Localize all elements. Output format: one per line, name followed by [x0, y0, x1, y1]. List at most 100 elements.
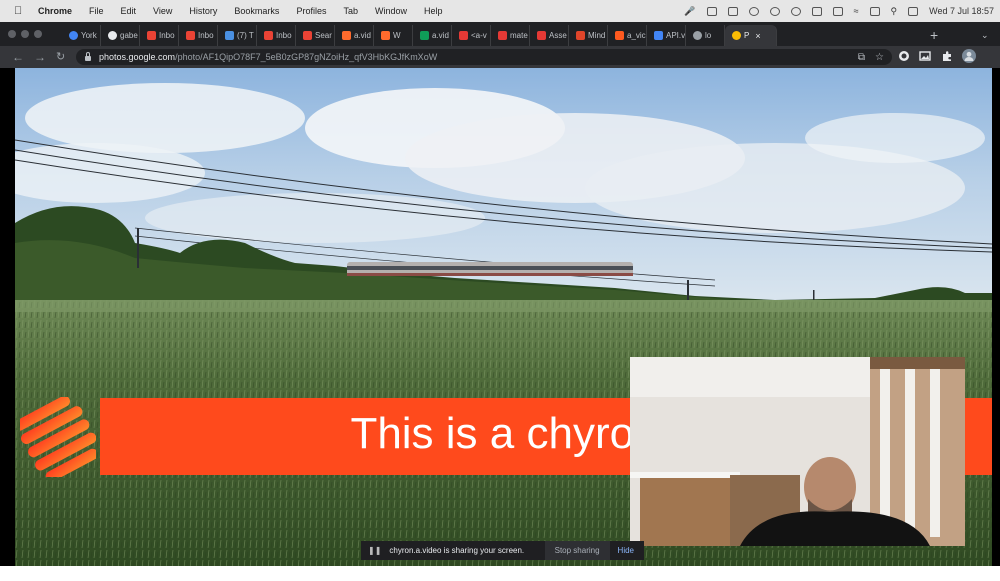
webcam-overlay[interactable]	[630, 357, 965, 546]
browser-tab[interactable]: mate	[491, 25, 530, 46]
menu-profiles[interactable]: Profiles	[296, 6, 326, 16]
new-tab-button[interactable]: +	[930, 25, 938, 45]
microphone-icon[interactable]: 🎤	[684, 6, 695, 17]
forward-arrow-icon[interactable]: →	[34, 46, 46, 68]
a-icon	[459, 31, 468, 40]
lock-icon[interactable]	[85, 51, 91, 61]
control-center-icon[interactable]	[869, 6, 880, 16]
hide-button[interactable]: Hide	[610, 546, 644, 555]
photos-icon	[732, 31, 741, 40]
sharing-message: chyron.a.video is sharing your screen.	[389, 546, 525, 555]
browser-tab[interactable]: W	[374, 25, 413, 46]
menu-file[interactable]: File	[89, 6, 104, 16]
sync-icon[interactable]	[769, 6, 780, 16]
tab-label: API.v	[666, 31, 686, 40]
window-icon[interactable]	[727, 6, 738, 16]
screen-record-icon[interactable]	[706, 6, 717, 16]
url-path: /photo/AF1QipO78F7_5eB0zGP87gNZoiHz_qfV3…	[175, 52, 438, 62]
window-controls	[8, 30, 42, 38]
close-window-button[interactable]	[8, 30, 16, 38]
extensions-puzzle-icon[interactable]	[941, 50, 953, 62]
share-icon[interactable]: ⧉	[858, 52, 865, 63]
photo-viewer: This is a chyron ❚❚ chyron.a.video is sh…	[0, 68, 1000, 581]
cloud-icon	[225, 31, 234, 40]
tab-label: Inbo	[198, 31, 214, 40]
chrome-icon	[69, 31, 78, 40]
pause-icon: ❚❚	[368, 546, 382, 555]
tab-label: P	[744, 31, 750, 40]
browser-toolbar: ← → ↻ photos.google.com /photo/AF1QipO78…	[0, 46, 1000, 68]
tab-search-chevron-icon[interactable]: ⌄	[981, 25, 989, 45]
macos-menu-bar:  Chrome File Edit View History Bookmark…	[0, 0, 1000, 22]
webcam-person-view	[630, 357, 965, 546]
browser-tab[interactable]: York	[62, 25, 101, 46]
tab-label: Inbo	[159, 31, 175, 40]
wifi-icon[interactable]: ≈	[854, 6, 859, 16]
menu-edit[interactable]: Edit	[121, 6, 137, 16]
minimize-window-button[interactable]	[21, 30, 29, 38]
tab-label: (7) T	[237, 31, 254, 40]
browser-tab-strip: York gabe Inbo Inbo (7) T Inbo Sear a.vid Wa.vid…	[0, 22, 1000, 46]
browser-tab[interactable]: lo	[686, 25, 725, 46]
browser-tab[interactable]: Mind	[569, 25, 608, 46]
browser-tab[interactable]: Inbo	[140, 25, 179, 46]
avideo-icon	[342, 31, 351, 40]
keyboard-icon[interactable]	[811, 6, 822, 16]
bookmark-star-icon[interactable]: ☆	[875, 52, 884, 63]
box-icon	[576, 31, 585, 40]
display-icon[interactable]	[832, 6, 843, 16]
browser-tab[interactable]: a.vid	[335, 25, 374, 46]
tab-label: a_vic	[627, 31, 646, 40]
browser-tab[interactable]: gabe	[101, 25, 140, 46]
apple-icon[interactable]: 	[14, 0, 28, 22]
browser-tab[interactable]: Asse	[530, 25, 569, 46]
extension-image-icon[interactable]	[919, 50, 931, 62]
tab-label: lo	[705, 31, 712, 40]
tab-label: Sear	[315, 31, 332, 40]
menu-help[interactable]: Help	[424, 6, 443, 16]
url-host: photos.google.com	[99, 52, 176, 62]
gmail-icon	[303, 31, 312, 40]
extension-circle-icon[interactable]	[898, 50, 910, 62]
browser-tab[interactable]: Inbo	[179, 25, 218, 46]
browser-tab[interactable]: a_vic	[608, 25, 647, 46]
menu-window[interactable]: Window	[375, 6, 407, 16]
tab-label: York	[81, 31, 97, 40]
back-arrow-icon[interactable]: ←	[12, 46, 24, 68]
battery-icon[interactable]	[908, 6, 919, 16]
profile-avatar-icon[interactable]	[962, 49, 976, 63]
browser-tab[interactable]: a.vid	[413, 25, 452, 46]
menu-clock[interactable]: Wed 7 Jul 18:57	[929, 6, 994, 16]
search-icon[interactable]: ⚲	[891, 6, 898, 17]
menu-view[interactable]: View	[153, 6, 172, 16]
menu-bookmarks[interactable]: Bookmarks	[234, 6, 279, 16]
menu-tab[interactable]: Tab	[343, 6, 358, 16]
zoom-window-button[interactable]	[34, 30, 42, 38]
browser-tab[interactable]: Inbo	[257, 25, 296, 46]
gmail-icon	[186, 31, 195, 40]
close-tab-icon[interactable]: ×	[755, 31, 760, 41]
avideo-logo	[20, 397, 96, 477]
browser-tab[interactable]: API.v	[647, 25, 686, 46]
menu-status-area: 🎤 ≈ ⚲ Wed 7 Jul 18:57	[684, 0, 994, 22]
menu-app-name[interactable]: Chrome	[38, 6, 72, 16]
browser-tab[interactable]: Sear	[296, 25, 335, 46]
menu-history[interactable]: History	[189, 6, 217, 16]
tab-label: gabe	[120, 31, 138, 40]
github-icon	[108, 31, 117, 40]
tab-label: Asse	[549, 31, 567, 40]
tab-list: York gabe Inbo Inbo (7) T Inbo Sear a.vid Wa.vid…	[62, 25, 777, 46]
gmail-icon	[264, 31, 273, 40]
globe-icon	[693, 31, 702, 40]
reload-icon[interactable]: ↻	[56, 46, 65, 68]
tab-label: Mind	[588, 31, 606, 40]
browser-tab[interactable]: <a-v	[452, 25, 491, 46]
avideo-icon	[381, 31, 390, 40]
browser-tab[interactable]: P ×	[725, 25, 777, 46]
vpn-icon[interactable]	[748, 6, 759, 16]
time-machine-icon[interactable]	[790, 6, 801, 16]
docs-icon	[654, 31, 663, 40]
browser-tab[interactable]: (7) T	[218, 25, 257, 46]
stop-sharing-button[interactable]: Stop sharing	[544, 541, 610, 560]
address-bar[interactable]: photos.google.com /photo/AF1QipO78F7_5eB…	[76, 49, 892, 65]
